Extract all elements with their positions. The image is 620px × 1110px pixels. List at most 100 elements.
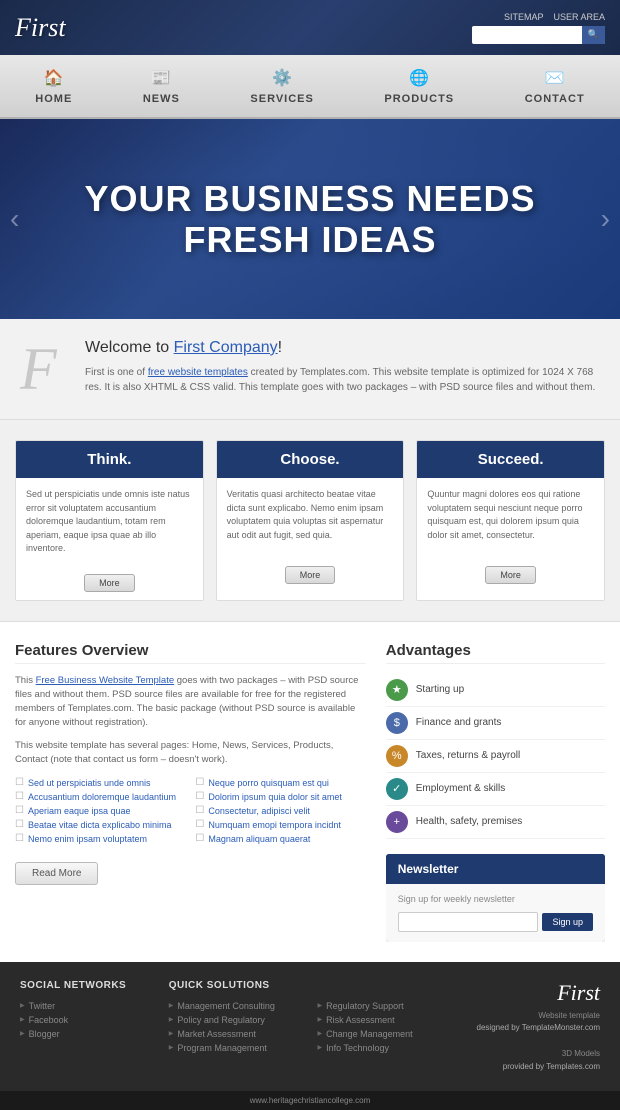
card-choose-header: Choose. bbox=[217, 441, 404, 478]
newsletter-section: Newsletter Sign up for weekly newsletter… bbox=[386, 854, 605, 942]
advantages-list: ★ Starting up $ Finance and grants % Tax… bbox=[386, 674, 605, 839]
nav-label-contact: CONTACT bbox=[525, 93, 585, 105]
footer-templatemonster-link[interactable]: designed by TemplateMonster.com bbox=[477, 1023, 600, 1032]
card-choose-btn[interactable]: More bbox=[285, 566, 336, 584]
features-section: Features Overview This Free Business Web… bbox=[15, 642, 366, 942]
features-title: Features Overview bbox=[15, 642, 366, 664]
feature-item-8[interactable]: Numquam emopi tempora incidnt bbox=[195, 819, 365, 830]
footer-extra-title bbox=[318, 980, 452, 991]
footer-blogger[interactable]: Blogger bbox=[20, 1027, 154, 1041]
footer-ext-2[interactable]: Change Management bbox=[318, 1027, 452, 1041]
search-bar: 🔍 bbox=[472, 26, 605, 44]
footer-social-list: Twitter Facebook Blogger bbox=[20, 999, 154, 1041]
adv-label-3: Employment & skills bbox=[416, 783, 505, 794]
hero-next-arrow[interactable]: › bbox=[601, 203, 610, 235]
nav-label-home: HOME bbox=[35, 93, 72, 105]
adv-label-0: Starting up bbox=[416, 684, 464, 695]
nav-item-news[interactable]: 📰 NEWS bbox=[123, 63, 200, 109]
card-choose: Choose. Veritatis quasi architecto beata… bbox=[216, 440, 405, 601]
card-think-footer: More bbox=[16, 566, 203, 600]
nav-item-home[interactable]: 🏠 HOME bbox=[15, 63, 92, 109]
user-area-link[interactable]: USER AREA bbox=[553, 12, 605, 22]
footer-sol-0[interactable]: Management Consulting bbox=[169, 999, 303, 1013]
hero-prev-arrow[interactable]: ‹ bbox=[10, 203, 19, 235]
feature-item-4[interactable]: Nemo enim ipsam voluptatem bbox=[15, 833, 185, 844]
watermark-link[interactable]: www.heritagechristiancollege.com bbox=[250, 1096, 371, 1105]
card-succeed-footer: More bbox=[417, 558, 604, 592]
header: First SITEMAP USER AREA 🔍 bbox=[0, 0, 620, 55]
welcome-content: Welcome to First Company! First is one o… bbox=[85, 339, 600, 395]
nav-item-contact[interactable]: ✉️ CONTACT bbox=[505, 63, 605, 109]
adv-label-1: Finance and grants bbox=[416, 717, 502, 728]
newsletter-body: Sign up for weekly newsletter Sign up bbox=[386, 884, 605, 942]
read-more-button[interactable]: Read More bbox=[15, 862, 98, 885]
newsletter-title: Newsletter bbox=[386, 854, 605, 884]
card-think-btn[interactable]: More bbox=[84, 574, 135, 592]
footer-facebook[interactable]: Facebook bbox=[20, 1013, 154, 1027]
advantages-title: Advantages bbox=[386, 642, 605, 664]
logo: First bbox=[15, 13, 66, 43]
feature-item-1[interactable]: Accusantium doloremque laudantium bbox=[15, 791, 185, 802]
features-para2: This website template has several pages:… bbox=[15, 739, 366, 768]
welcome-link[interactable]: First Company bbox=[174, 339, 278, 356]
footer-extra-list: Regulatory Support Risk Assessment Chang… bbox=[318, 999, 452, 1055]
free-templates-link[interactable]: free website templates bbox=[148, 367, 248, 378]
newsletter-input[interactable] bbox=[398, 912, 539, 932]
hero-banner: ‹ YOUR BUSINESS NEEDS FRESH IDEAS › bbox=[0, 119, 620, 319]
welcome-letter: F bbox=[20, 339, 70, 399]
products-icon: 🌐 bbox=[405, 67, 433, 89]
adv-item-2: % Taxes, returns & payroll bbox=[386, 740, 605, 773]
card-choose-body: Veritatis quasi architecto beatae vitae … bbox=[217, 478, 404, 558]
footer-logo-desc: Website template designed by TemplateMon… bbox=[466, 1010, 600, 1074]
main-nav: 🏠 HOME 📰 NEWS ⚙️ SERVICES 🌐 PRODUCTS ✉️ … bbox=[0, 55, 620, 119]
nav-label-products: PRODUCTS bbox=[384, 93, 454, 105]
newsletter-desc: Sign up for weekly newsletter bbox=[398, 894, 593, 904]
feature-item-7[interactable]: Consectetur, adipisci velit bbox=[195, 805, 365, 816]
adv-icon-0: ★ bbox=[386, 679, 408, 701]
adv-item-4: + Health, safety, premises bbox=[386, 806, 605, 839]
welcome-section: F Welcome to First Company! First is one… bbox=[0, 319, 620, 420]
search-input[interactable] bbox=[472, 28, 582, 42]
newsletter-btn[interactable]: Sign up bbox=[542, 913, 593, 931]
footer-ext-0[interactable]: Regulatory Support bbox=[318, 999, 452, 1013]
footer-social: Social Networks Twitter Facebook Blogger bbox=[20, 980, 154, 1074]
contact-icon: ✉️ bbox=[541, 67, 569, 89]
feature-list: Sed ut perspiciatis unde omnis Neque por… bbox=[15, 777, 366, 844]
feature-item-5[interactable]: Neque porro quisquam est qui bbox=[195, 777, 365, 788]
adv-item-3: ✓ Employment & skills bbox=[386, 773, 605, 806]
adv-label-4: Health, safety, premises bbox=[416, 816, 523, 827]
card-think-header: Think. bbox=[16, 441, 203, 478]
footer-templates-link[interactable]: provided by Templates.com bbox=[503, 1062, 600, 1071]
feature-item-0[interactable]: Sed ut perspiciatis unde omnis bbox=[15, 777, 185, 788]
feature-item-6[interactable]: Dolorim ipsum quia dolor sit amet bbox=[195, 791, 365, 802]
cards-section: Think. Sed ut perspiciatis unde omnis is… bbox=[0, 420, 620, 622]
hero-text: YOUR BUSINESS NEEDS FRESH IDEAS bbox=[84, 178, 535, 261]
adv-label-2: Taxes, returns & payroll bbox=[416, 750, 521, 761]
welcome-body: First is one of free website templates c… bbox=[85, 365, 600, 395]
footer-solutions-title: Quick Solutions bbox=[169, 980, 303, 991]
features-para1: This Free Business Website Template goes… bbox=[15, 674, 366, 731]
footer-sol-1[interactable]: Policy and Regulatory bbox=[169, 1013, 303, 1027]
nav-item-products[interactable]: 🌐 PRODUCTS bbox=[364, 63, 474, 109]
hero-line2: FRESH IDEAS bbox=[183, 219, 436, 260]
nav-item-services[interactable]: ⚙️ SERVICES bbox=[230, 63, 333, 109]
nav-label-services: SERVICES bbox=[250, 93, 313, 105]
sitemap-link[interactable]: SITEMAP bbox=[504, 12, 544, 22]
footer-sol-3[interactable]: Program Management bbox=[169, 1041, 303, 1055]
search-button[interactable]: 🔍 bbox=[582, 26, 605, 44]
feature-item-2[interactable]: Aperiam eaque ipsa quae bbox=[15, 805, 185, 816]
nav-label-news: NEWS bbox=[143, 93, 180, 105]
footer-solutions-list: Management Consulting Policy and Regulat… bbox=[169, 999, 303, 1055]
footer-ext-3[interactable]: Info Technology bbox=[318, 1041, 452, 1055]
feature-item-3[interactable]: Beatae vitae dicta explicabo minima bbox=[15, 819, 185, 830]
footer-extra: Regulatory Support Risk Assessment Chang… bbox=[318, 980, 452, 1074]
free-template-link[interactable]: Free Business Website Template bbox=[36, 675, 175, 686]
footer-ext-1[interactable]: Risk Assessment bbox=[318, 1013, 452, 1027]
feature-item-9[interactable]: Magnam aliquam quaerat bbox=[195, 833, 365, 844]
adv-icon-1: $ bbox=[386, 712, 408, 734]
card-succeed-btn[interactable]: More bbox=[485, 566, 536, 584]
adv-icon-2: % bbox=[386, 745, 408, 767]
adv-icon-4: + bbox=[386, 811, 408, 833]
footer-sol-2[interactable]: Market Assessment bbox=[169, 1027, 303, 1041]
footer-twitter[interactable]: Twitter bbox=[20, 999, 154, 1013]
